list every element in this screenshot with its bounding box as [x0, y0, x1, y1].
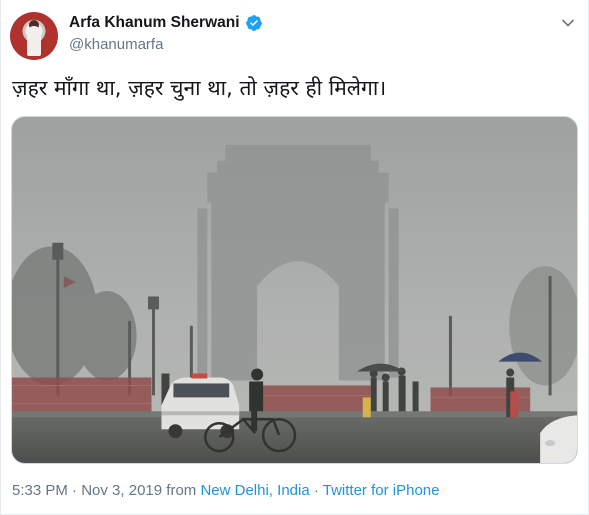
author-name[interactable]: Arfa Khanum Sherwani [69, 14, 240, 32]
author-name-row[interactable]: Arfa Khanum Sherwani [69, 14, 263, 32]
meta-separator-2: · [313, 482, 319, 499]
tweet-date[interactable]: Nov 3, 2019 [81, 482, 162, 499]
tweet-location-link[interactable]: New Delhi, India [200, 482, 309, 499]
from-label: from [166, 482, 197, 499]
tweet-photo[interactable] [11, 116, 578, 464]
chevron-down-icon[interactable] [561, 16, 575, 30]
tweet-source-link[interactable]: Twitter for iPhone [323, 482, 440, 499]
tweet-card: Arfa Khanum Sherwani @khanumarfa ज़हर मा… [0, 0, 589, 515]
tweet-time[interactable]: 5:33 PM [12, 482, 68, 499]
tweet-meta: 5:33 PM · Nov 3, 2019 from New Delhi, In… [12, 482, 439, 499]
tweet-text: ज़हर माँगा था, ज़हर चुना था, तो ज़हर ही … [12, 76, 387, 100]
avatar-figure [27, 26, 41, 56]
verified-badge-icon [245, 15, 262, 31]
india-gate-smog-image [12, 117, 577, 463]
meta-separator: · [72, 482, 78, 499]
author-handle[interactable]: @khanumarfa [69, 36, 163, 53]
avatar[interactable] [10, 12, 58, 60]
